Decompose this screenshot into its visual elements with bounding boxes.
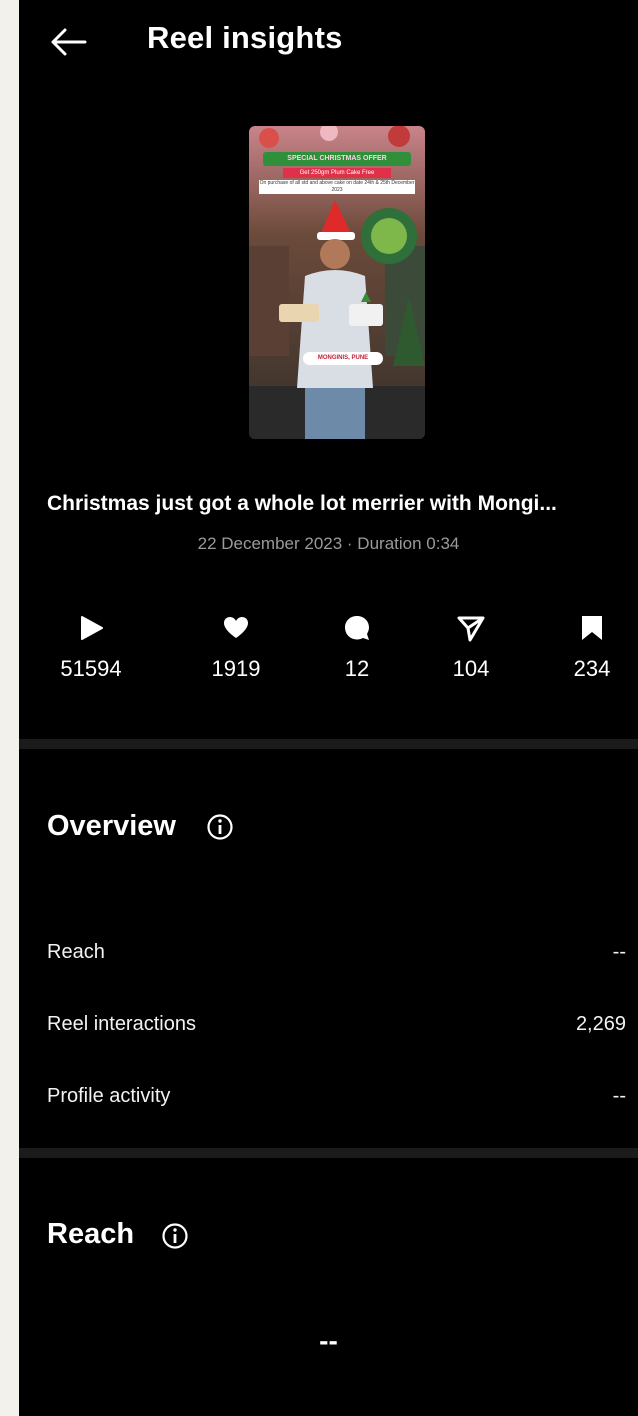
section-divider <box>19 739 638 749</box>
arrow-left-icon <box>51 28 87 56</box>
overview-row-label: Reel interactions <box>47 1013 196 1035</box>
overview-title: Overview <box>47 810 176 842</box>
overview-row-reel-interactions[interactable]: Reel interactions 2,269 <box>19 1007 638 1047</box>
back-button[interactable] <box>45 22 93 62</box>
overview-row-reach[interactable]: Reach -- <box>19 935 638 975</box>
stat-comments: 12 <box>297 612 417 688</box>
stat-plays-value: 51594 <box>60 656 122 681</box>
play-icon <box>81 616 103 640</box>
stat-likes: 1919 <box>176 612 296 688</box>
reel-insights-screen: Reel insights SPECIAL CHRISTMAS OFFER Ge… <box>19 0 638 1416</box>
stat-shares-value: 104 <box>452 656 490 681</box>
overview-row-profile-activity[interactable]: Profile activity -- <box>19 1079 638 1119</box>
stat-likes-value: 1919 <box>211 656 261 681</box>
stat-shares: 104 <box>411 612 531 688</box>
share-icon <box>457 616 485 642</box>
overview-row-value: 2,269 <box>575 1013 626 1035</box>
bookmark-icon <box>582 616 602 640</box>
thumbnail-offer-subtitle: Get 250gm Plum Cake Free <box>283 168 391 178</box>
stat-saves: 234 <box>532 612 638 688</box>
page-title: Reel insights <box>147 20 343 55</box>
stats-row: 51594 1919 12 104 234 <box>19 612 638 692</box>
thumbnail-offer-banner: SPECIAL CHRISTMAS OFFER <box>263 152 411 166</box>
stat-plays: 51594 <box>31 612 151 688</box>
comment-icon <box>345 616 369 640</box>
overview-row-label: Profile activity <box>47 1085 171 1107</box>
heart-icon <box>224 617 248 638</box>
thumbnail-location-tag: MONGINIS, PUNE <box>303 352 383 365</box>
thumbnail-offer-terms: On purchase of all std and above cake on… <box>259 180 415 194</box>
reel-thumbnail[interactable]: SPECIAL CHRISTMAS OFFER Get 250gm Plum C… <box>249 126 425 439</box>
overview-info-icon[interactable] <box>206 813 234 841</box>
reel-caption: Christmas just got a whole lot merrier w… <box>47 492 557 515</box>
top-bar: Reel insights <box>19 0 638 84</box>
stat-saves-value: 234 <box>573 656 611 681</box>
section-divider <box>19 1148 638 1158</box>
overview-row-value: -- <box>612 1085 626 1107</box>
overview-row-label: Reach <box>47 941 105 963</box>
reach-info-icon[interactable] <box>161 1222 189 1250</box>
reel-meta: 22 December 2023 · Duration 0:34 <box>197 534 460 553</box>
stat-comments-value: 12 <box>344 656 370 681</box>
overview-row-value: -- <box>612 941 626 963</box>
reach-title: Reach <box>47 1218 135 1250</box>
reach-value: -- <box>319 1325 338 1356</box>
